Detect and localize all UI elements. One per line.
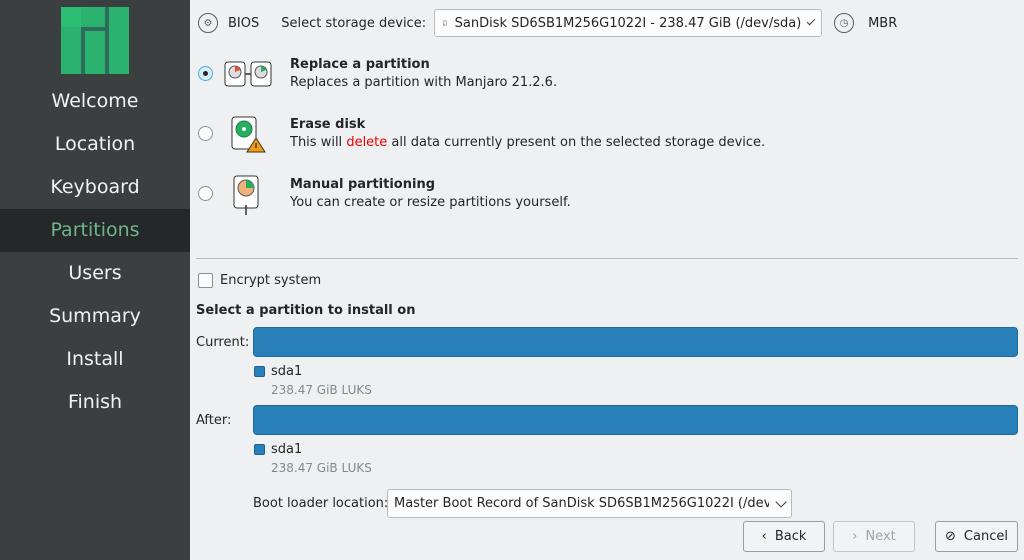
erase-disk-desc-danger: delete xyxy=(346,135,388,150)
manual-partitioning-title: Manual partitioning xyxy=(290,177,436,192)
next-button-label: Next xyxy=(865,529,896,544)
current-label: Current: xyxy=(196,335,250,350)
after-partition-name: sda1 xyxy=(271,442,303,457)
sidebar-item-finish: Finish xyxy=(67,391,123,413)
cancel-button-label: Cancel xyxy=(963,529,1008,544)
sidebar-item-users: Users xyxy=(68,262,122,284)
sidebar-item-welcome: Welcome xyxy=(51,90,139,112)
erase-disk-radio[interactable] xyxy=(198,126,213,141)
sidebar-item-location: Location xyxy=(54,133,136,155)
after-partition-bar[interactable] xyxy=(253,405,1018,435)
sidebar-item-keyboard: Keyboard xyxy=(50,176,140,198)
divider xyxy=(196,258,1018,259)
encrypt-system-checkbox[interactable] xyxy=(198,273,213,288)
encrypt-system-label: Encrypt system xyxy=(220,273,322,288)
storage-device-select[interactable]: SanDisk SD6SB1M256G1022I - 238.47 GiB (/… xyxy=(434,9,823,37)
replace-partition-radio[interactable] xyxy=(198,66,213,81)
back-button[interactable]: ‹ Back xyxy=(743,521,825,552)
sidebar-item-partitions: Partitions xyxy=(0,209,190,252)
device-label: Select storage device: xyxy=(281,15,427,31)
bootloader-label: Boot loader location: xyxy=(253,496,389,511)
firmware-label: BIOS xyxy=(228,15,260,31)
sidebar-nav: Welcome Location Keyboard Partitions Use… xyxy=(0,80,190,424)
erase-disk-desc: This will delete all data currently pres… xyxy=(290,135,765,150)
manual-partitioning-desc: You can create or resize partitions your… xyxy=(290,195,571,210)
current-partition-name: sda1 xyxy=(271,364,303,379)
bootloader-select[interactable]: Master Boot Record of SanDisk SD6SB1M256… xyxy=(387,489,792,518)
erase-disk-desc-post: all data currently present on the select… xyxy=(387,135,766,150)
manjaro-logo-icon xyxy=(61,7,129,74)
after-label: After: xyxy=(196,413,232,428)
current-partition-bar[interactable] xyxy=(253,327,1018,357)
cancel-icon: ⊘ xyxy=(945,529,956,544)
storage-toolbar: ⚙ BIOS Select storage device: SanDisk SD… xyxy=(198,9,898,37)
current-partition-swatch xyxy=(254,366,265,377)
chevron-right-icon: › xyxy=(852,529,858,544)
partition-table-label: MBR xyxy=(868,15,898,31)
firmware-gear-icon: ⚙ xyxy=(198,13,218,33)
after-partition-swatch xyxy=(254,444,265,455)
cancel-button[interactable]: ⊘ Cancel xyxy=(935,521,1018,552)
bootloader-value: Master Boot Record of SanDisk SD6SB1M256… xyxy=(394,496,769,511)
chevron-down-icon xyxy=(775,495,787,508)
after-partition-detail: 238.47 GiB LUKS xyxy=(271,461,372,475)
chevron-left-icon: ‹ xyxy=(761,529,767,544)
erase-disk-icon xyxy=(231,116,266,153)
current-partition-detail: 238.47 GiB LUKS xyxy=(271,383,372,397)
manual-partitioning-radio[interactable] xyxy=(198,186,213,201)
drive-icon xyxy=(443,20,447,26)
sidebar: Welcome Location Keyboard Partitions Use… xyxy=(0,0,190,560)
replace-partition-title: Replace a partition xyxy=(290,57,430,72)
next-button[interactable]: › Next xyxy=(833,521,915,552)
partition-table-icon: ◷ xyxy=(834,13,855,33)
select-partition-heading: Select a partition to install on xyxy=(196,303,416,318)
storage-device-value: SanDisk SD6SB1M256G1022I - 238.47 GiB (/… xyxy=(454,15,802,31)
erase-disk-desc-pre: This will xyxy=(290,135,347,150)
manual-partitioning-icon xyxy=(233,175,259,215)
sidebar-item-summary: Summary xyxy=(49,305,141,327)
main-panel: ⚙ BIOS Select storage device: SanDisk SD… xyxy=(190,0,1024,560)
back-button-label: Back xyxy=(774,529,807,544)
replace-partition-desc: Replaces a partition with Manjaro 21.2.6… xyxy=(290,75,558,90)
replace-partition-icon xyxy=(224,61,272,87)
sidebar-item-install: Install xyxy=(66,348,124,370)
chevron-down-icon xyxy=(807,16,816,26)
erase-disk-title: Erase disk xyxy=(290,117,366,132)
